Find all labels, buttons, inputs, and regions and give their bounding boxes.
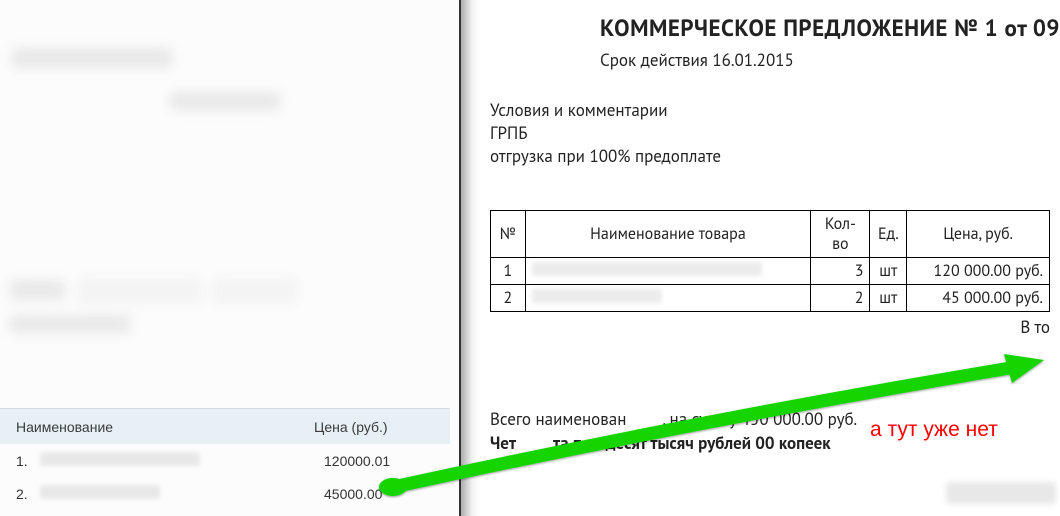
left-table-header: Наименование Цена (руб.) — [0, 408, 450, 444]
table-row: 1 3 шт 120 000.00 руб. — [491, 257, 1050, 284]
pane-divider — [459, 0, 461, 516]
left-header-name: Наименование — [16, 419, 314, 435]
col-num-header: № — [491, 210, 526, 257]
validity-date: 16.01.2015 — [712, 49, 793, 71]
col-qty-header: Кол-во — [811, 210, 870, 257]
left-pane: Наименование Цена (руб.) 1. 120000.01 2.… — [0, 0, 460, 516]
cell-unit: шт — [870, 257, 907, 284]
validity-label: Срок действия — [600, 49, 708, 71]
table-header-row: № Наименование товара Кол-во Ед. Цена, р… — [491, 210, 1050, 257]
list-item[interactable]: 1. 120000.01 — [0, 444, 460, 477]
row-price: 120000.01 — [324, 453, 444, 469]
left-header-price: Цена (руб.) — [314, 419, 434, 435]
list-item[interactable]: 2. 45000.00 — [0, 477, 460, 510]
col-name-header: Наименование товара — [525, 210, 811, 257]
cell-num: 1 — [491, 257, 526, 284]
col-unit-header: Ед. — [870, 210, 907, 257]
cell-unit: шт — [870, 284, 907, 311]
left-blurred-area — [0, 0, 460, 400]
document-title: КОММЕРЧЕСКОЕ ПРЕДЛОЖЕНИЕ № 1 от 09 — [600, 14, 1060, 43]
cell-qty: 3 — [811, 257, 870, 284]
cell-num: 2 — [491, 284, 526, 311]
col-price-header: Цена, руб. — [907, 210, 1050, 257]
table-row: 2 2 шт 45 000.00 руб. — [491, 284, 1050, 311]
annotation-text: а тут уже нет — [870, 418, 998, 442]
conditions-line: отгрузка при 100% предоплате — [490, 145, 1060, 168]
conditions-header: Условия и комментарии — [490, 99, 1060, 122]
cell-name — [525, 257, 811, 284]
conditions-block: Условия и комментарии ГРПБ отгрузка при … — [490, 99, 1060, 168]
row-price: 45000.00 — [324, 486, 444, 502]
cell-qty: 2 — [811, 284, 870, 311]
under-table-right-text: В то — [490, 316, 1050, 338]
validity-line: Срок действия 16.01.2015 — [600, 49, 1060, 71]
cell-price: 120 000.00 руб. — [907, 257, 1050, 284]
conditions-line: ГРПБ — [490, 122, 1060, 145]
cell-name — [525, 284, 811, 311]
row-number: 2. — [16, 486, 40, 502]
row-name-placeholder — [40, 485, 324, 502]
left-rows: 1. 120000.01 2. 45000.00 — [0, 444, 460, 510]
pane-divider-shadow — [460, 0, 480, 516]
items-table: № Наименование товара Кол-во Ед. Цена, р… — [490, 210, 1050, 312]
row-name-placeholder — [40, 452, 324, 469]
row-number: 1. — [16, 453, 40, 469]
cell-price: 45 000.00 руб. — [907, 284, 1050, 311]
footer-blur — [946, 482, 1056, 504]
